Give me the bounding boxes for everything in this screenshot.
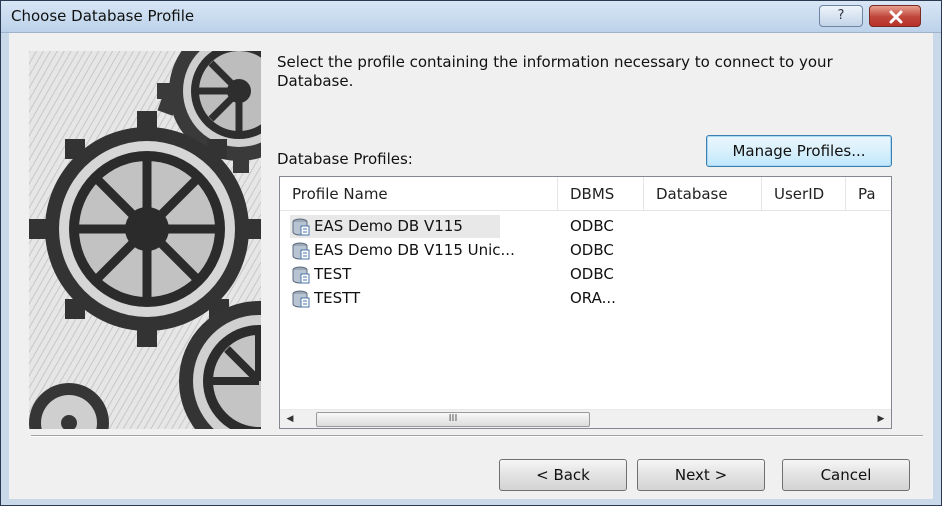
row-name-cell: EAS Demo DB V115 Unic...	[290, 239, 560, 262]
database-icon	[292, 266, 310, 284]
profile-dbms: ODBC	[570, 217, 614, 235]
profile-name: EAS Demo DB V115 Unic...	[314, 241, 515, 259]
help-button[interactable]: ?	[819, 5, 863, 27]
gears-image	[29, 51, 261, 429]
column-header-database[interactable]: Database	[644, 177, 762, 211]
column-header-password[interactable]: Pa	[846, 177, 891, 211]
database-icon	[292, 242, 310, 260]
window-title: Choose Database Profile	[11, 7, 195, 25]
close-button[interactable]	[869, 5, 921, 27]
list-header: Profile Name DBMS Database UserID Pa	[280, 177, 891, 211]
profiles-list[interactable]: Profile Name DBMS Database UserID Pa EAS…	[279, 176, 892, 429]
profile-name: TEST	[314, 265, 352, 283]
list-item[interactable]: TESTT ORA...	[280, 287, 891, 310]
cancel-button[interactable]: Cancel	[782, 459, 910, 491]
title-bar[interactable]: Choose Database Profile ?	[1, 1, 941, 33]
divider	[31, 435, 923, 437]
scroll-thumb[interactable]: III	[316, 412, 590, 427]
back-button[interactable]: < Back	[499, 459, 627, 491]
list-item[interactable]: EAS Demo DB V115 Unic... ODBC	[280, 239, 891, 262]
dialog-body: Select the profile containing the inform…	[9, 33, 933, 499]
row-name-cell: TEST	[290, 263, 560, 286]
list-item[interactable]: EAS Demo DB V115 ODBC	[280, 215, 891, 238]
scroll-right-arrow-icon[interactable]: ▶	[871, 410, 891, 428]
instruction-text: Select the profile containing the inform…	[277, 53, 833, 90]
horizontal-scrollbar[interactable]: ◀ III ▶	[280, 409, 891, 428]
database-icon	[292, 218, 310, 236]
gears-illustration	[29, 51, 261, 429]
column-header-dbms[interactable]: DBMS	[558, 177, 644, 211]
dialog-window: Choose Database Profile ? Select the pro…	[0, 0, 942, 506]
profile-name: TESTT	[314, 289, 361, 307]
row-name-cell: EAS Demo DB V115	[290, 215, 500, 238]
column-header-userid[interactable]: UserID	[762, 177, 846, 211]
column-header-profile-name[interactable]: Profile Name	[280, 177, 558, 211]
database-icon	[292, 290, 310, 308]
profile-dbms: ODBC	[570, 241, 614, 259]
next-button[interactable]: Next >	[637, 459, 765, 491]
profile-dbms: ORA...	[570, 289, 616, 307]
row-name-cell: TESTT	[290, 287, 560, 310]
scroll-left-arrow-icon[interactable]: ◀	[280, 410, 300, 428]
profile-name: EAS Demo DB V115	[314, 217, 463, 235]
close-icon	[889, 10, 903, 24]
profiles-label: Database Profiles:	[277, 150, 413, 168]
manage-profiles-button[interactable]: Manage Profiles...	[706, 135, 892, 167]
list-item[interactable]: TEST ODBC	[280, 263, 891, 286]
profile-dbms: ODBC	[570, 265, 614, 283]
